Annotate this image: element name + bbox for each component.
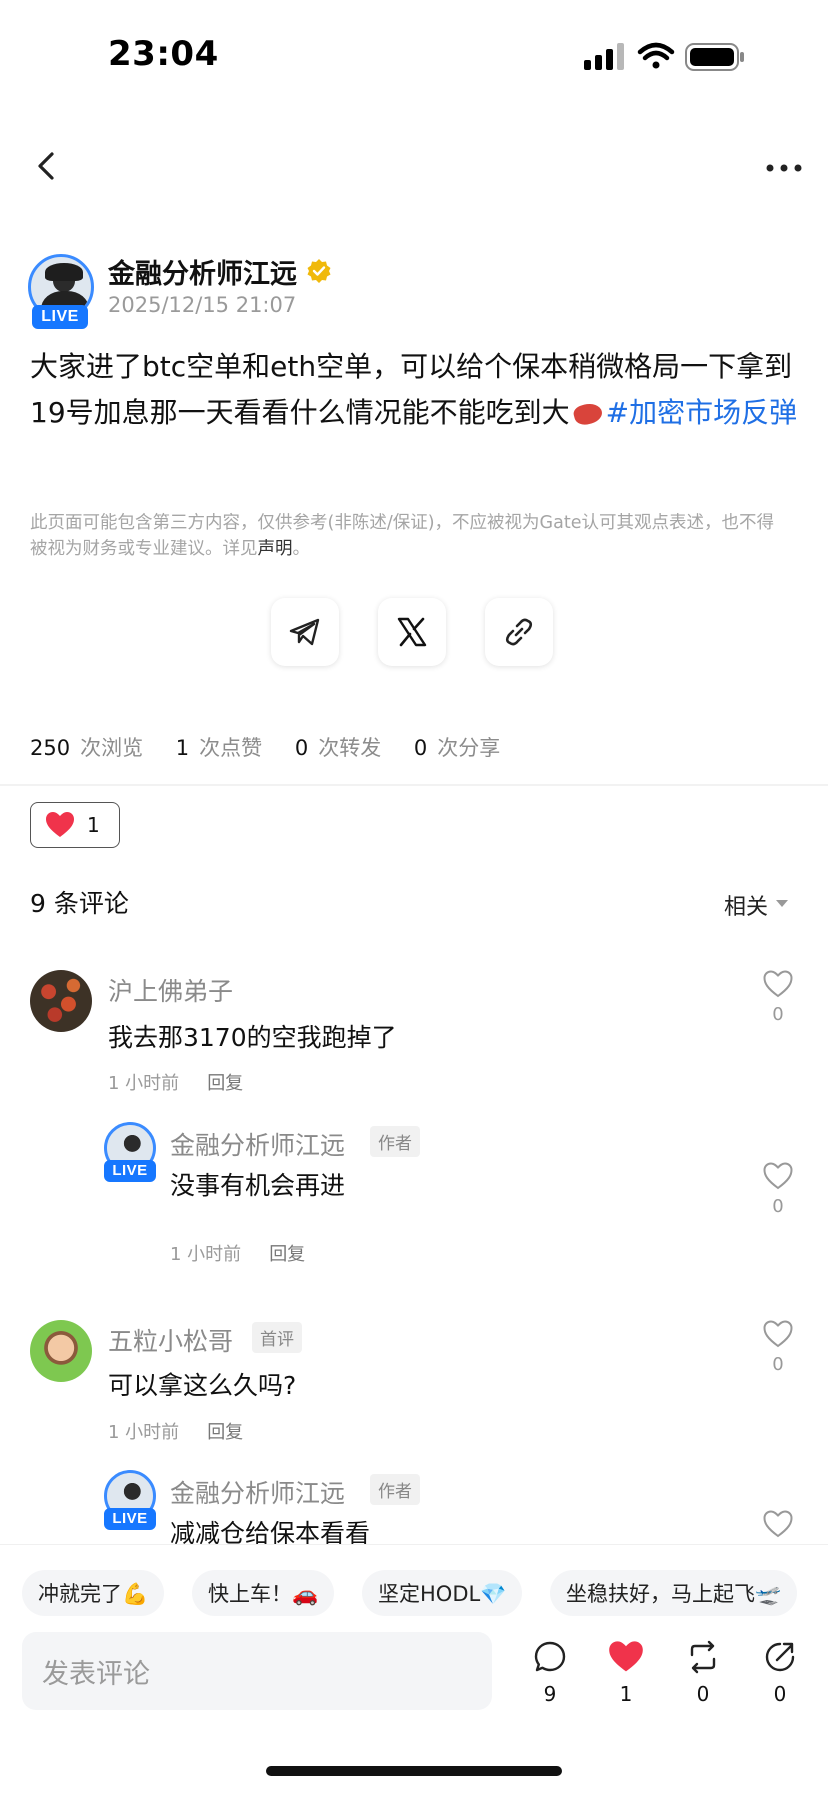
battery-icon — [685, 43, 744, 71]
heart-outline-icon — [763, 1162, 793, 1190]
divider — [0, 784, 828, 786]
views-count: 250 — [30, 736, 71, 760]
meat-emoji-icon — [571, 400, 604, 428]
comment-author[interactable]: 五粒小松哥 — [108, 1322, 233, 1358]
views-label: 次浏览 — [80, 736, 144, 760]
share-x-button[interactable] — [378, 598, 446, 666]
share-icon — [765, 1642, 795, 1672]
live-badge: LIVE — [104, 1508, 156, 1530]
comment-text: 可以拿这么久吗? — [108, 1371, 297, 1400]
shares-count: 0 — [413, 736, 428, 760]
reply-meta: 1 小时前 回复 — [170, 1240, 305, 1266]
home-indicator — [266, 1766, 562, 1776]
comment-avatar[interactable] — [30, 970, 92, 1032]
status-icons — [584, 42, 744, 71]
share-action-count: 0 — [773, 1682, 787, 1706]
disclaimer-link[interactable]: 声明 — [258, 539, 293, 559]
like-action[interactable]: 1 — [602, 1640, 650, 1706]
comment-time: 1 小时前 — [108, 1422, 180, 1443]
status-time: 23:04 — [108, 34, 219, 74]
author-name[interactable]: 金融分析师江远 — [108, 252, 297, 291]
reply-text: 没事有机会再进 — [170, 1171, 346, 1200]
author-tag: 作者 — [370, 1126, 420, 1157]
comment-input[interactable]: 发表评论 — [22, 1632, 492, 1710]
comment-bubble-icon — [534, 1641, 566, 1672]
comment-meta: 1 小时前 回复 — [108, 1418, 243, 1444]
repost-icon — [690, 1640, 716, 1674]
link-icon — [505, 618, 533, 646]
comment-time: 1 小时前 — [108, 1073, 180, 1094]
comment-like-count: 0 — [772, 1004, 784, 1025]
post-hashtag[interactable]: #加密市场反弹 — [606, 396, 797, 429]
reposts-label: 次转发 — [318, 736, 382, 760]
live-badge: LIVE — [32, 305, 88, 329]
share-telegram-button[interactable] — [271, 598, 339, 666]
comments-action-count: 9 — [543, 1682, 557, 1706]
verified-badge-icon — [307, 259, 331, 283]
reply-author[interactable]: 金融分析师江远 — [170, 1126, 345, 1162]
repost-action[interactable]: 0 — [679, 1640, 727, 1706]
likes-label: 次点赞 — [199, 736, 263, 760]
heart-outline-icon — [763, 1320, 793, 1348]
like-reaction-button[interactable]: 1 — [30, 802, 120, 848]
shares-label: 次分享 — [437, 736, 501, 760]
repost-action-count: 0 — [696, 1682, 710, 1706]
live-badge: LIVE — [104, 1160, 156, 1182]
wifi-icon — [637, 42, 675, 69]
quick-reply-chip[interactable]: 坚定HODL💎 — [362, 1570, 523, 1616]
first-comment-tag: 首评 — [252, 1322, 302, 1353]
heart-icon — [46, 812, 74, 837]
reply-button[interactable]: 回复 — [269, 1244, 305, 1265]
reply-like-button[interactable] — [762, 1510, 794, 1542]
caret-down-icon[interactable] — [776, 900, 788, 907]
comment-like-count: 0 — [772, 1354, 784, 1375]
reply-author[interactable]: 金融分析师江远 — [170, 1474, 345, 1510]
reply-button[interactable]: 回复 — [207, 1422, 243, 1443]
quick-reply-chip[interactable]: 冲就完了💪 — [22, 1570, 165, 1616]
heart-icon — [609, 1641, 643, 1672]
comment-like-button[interactable]: 0 — [762, 970, 794, 1025]
likes-count: 1 — [175, 736, 190, 760]
quick-reply-chip[interactable]: 坐稳扶好，马上起飞🛫 — [550, 1570, 798, 1616]
back-icon[interactable] — [30, 148, 66, 184]
author-tag: 作者 — [370, 1474, 420, 1505]
post-body: 大家进了btc空单和eth空单，可以给个保本稍微格局一下拿到19号加息那一天看看… — [30, 344, 800, 436]
disclaimer-text: 此页面可能包含第三方内容，仅供参考(非陈述/保证)，不应被视为Gate认可其观点… — [30, 513, 774, 559]
more-icon[interactable] — [764, 156, 804, 180]
disclaimer-end: 。 — [292, 539, 311, 559]
telegram-icon — [289, 618, 320, 646]
reply-like-count: 0 — [772, 1196, 784, 1217]
signal-icon — [584, 43, 624, 70]
comments-title: 9 条评论 — [30, 889, 129, 918]
disclaimer: 此页面可能包含第三方内容，仅供参考(非陈述/保证)，不应被视为Gate认可其观点… — [30, 510, 790, 562]
comment-author[interactable]: 沪上佛弟子 — [108, 972, 233, 1008]
reply-time: 1 小时前 — [170, 1244, 242, 1265]
share-action[interactable]: 0 — [756, 1640, 804, 1706]
comment-like-button[interactable]: 0 — [762, 1320, 794, 1375]
sort-dropdown[interactable]: 相关 — [724, 889, 768, 921]
comment-text: 我去那3170的空我跑掉了 — [108, 1023, 397, 1052]
quick-reply-chip[interactable]: 快上车！🚗 — [192, 1570, 335, 1616]
like-action-count: 1 — [619, 1682, 633, 1706]
comment-avatar[interactable] — [30, 1320, 92, 1382]
like-reaction-count: 1 — [87, 813, 100, 837]
comments-action[interactable]: 9 — [526, 1640, 574, 1706]
reposts-count: 0 — [294, 736, 309, 760]
post-date: 2025/12/15 21:07 — [108, 293, 297, 317]
reply-button[interactable]: 回复 — [207, 1073, 243, 1094]
comment-meta: 1 小时前 回复 — [108, 1069, 243, 1095]
post-stats: 250 次浏览 1 次点赞 0 次转发 0 次分享 — [30, 732, 526, 762]
heart-outline-icon — [763, 970, 793, 998]
copy-link-button[interactable] — [485, 598, 553, 666]
reply-like-button[interactable]: 0 — [762, 1162, 794, 1217]
x-icon — [397, 617, 427, 647]
heart-outline-icon — [763, 1510, 793, 1538]
